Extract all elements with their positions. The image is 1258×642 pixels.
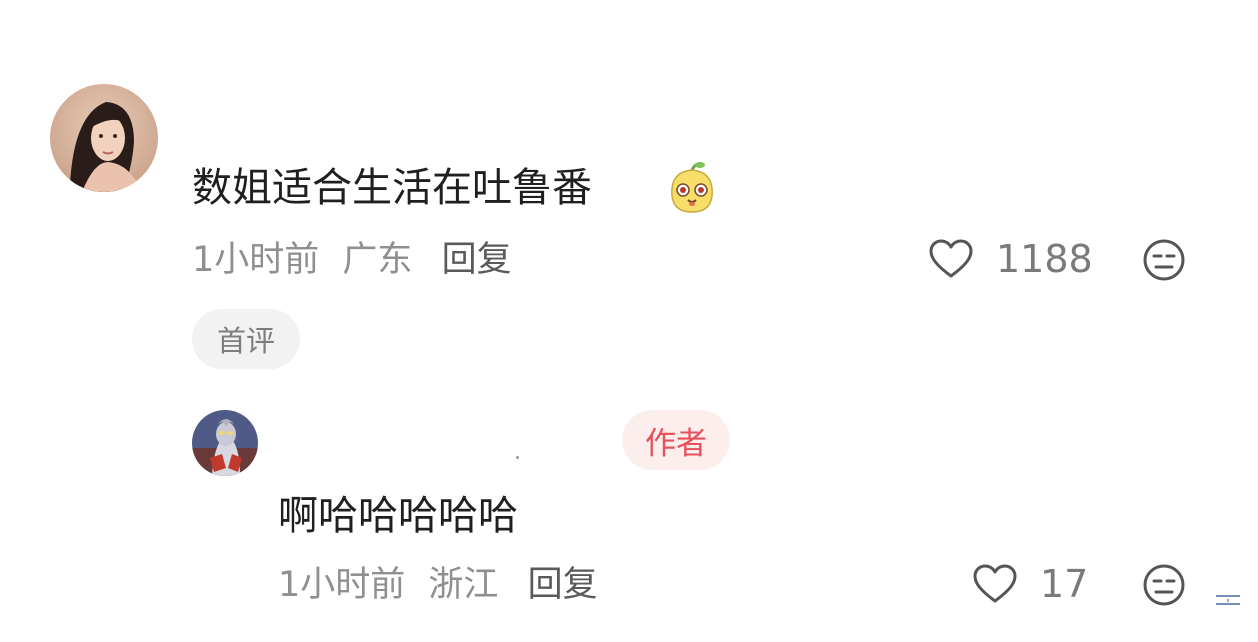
heart-icon — [973, 564, 1017, 603]
first-comment-badge: 首评 — [192, 309, 300, 369]
separator-dot — [516, 456, 519, 459]
comment-text: 数姐适合生活在吐鲁番 — [192, 165, 592, 211]
reply-text: 啊哈哈哈哈哈 — [278, 493, 518, 539]
unamused-face-icon — [1143, 239, 1185, 281]
comment-thread: 数姐适合生活在吐鲁番 1小时前 广东 回复 1188 首评 作者 啊哈哈哈哈哈 … — [0, 0, 1258, 642]
comment-meta: 1小时前 广东 回复 — [192, 238, 512, 282]
author-badge: 作者 — [622, 410, 730, 470]
commenter-avatar[interactable] — [50, 84, 158, 192]
reply-location: 浙江 — [428, 565, 499, 605]
reply-like-button[interactable]: 17 — [972, 562, 1088, 606]
unamused-face-icon — [1143, 564, 1185, 606]
watermark-icon — [1214, 592, 1242, 606]
reply-meta: 1小时前 浙江 回复 — [278, 563, 598, 607]
comment-time: 1小时前 — [192, 240, 320, 280]
reply-like-count: 17 — [1040, 562, 1089, 606]
like-count: 1188 — [996, 237, 1093, 281]
reply-reply-button[interactable]: 回复 — [528, 565, 598, 605]
reply-button[interactable]: 回复 — [442, 240, 512, 280]
reply-dislike-button[interactable] — [1142, 563, 1186, 607]
reply-time: 1小时前 — [278, 565, 406, 605]
yellow-cartoon-face-icon — [666, 160, 718, 214]
like-button[interactable]: 1188 — [928, 237, 1093, 281]
reply-author-avatar[interactable] — [192, 410, 258, 476]
dislike-button[interactable] — [1142, 238, 1186, 282]
heart-icon — [929, 239, 973, 278]
comment-location: 广东 — [342, 240, 413, 280]
